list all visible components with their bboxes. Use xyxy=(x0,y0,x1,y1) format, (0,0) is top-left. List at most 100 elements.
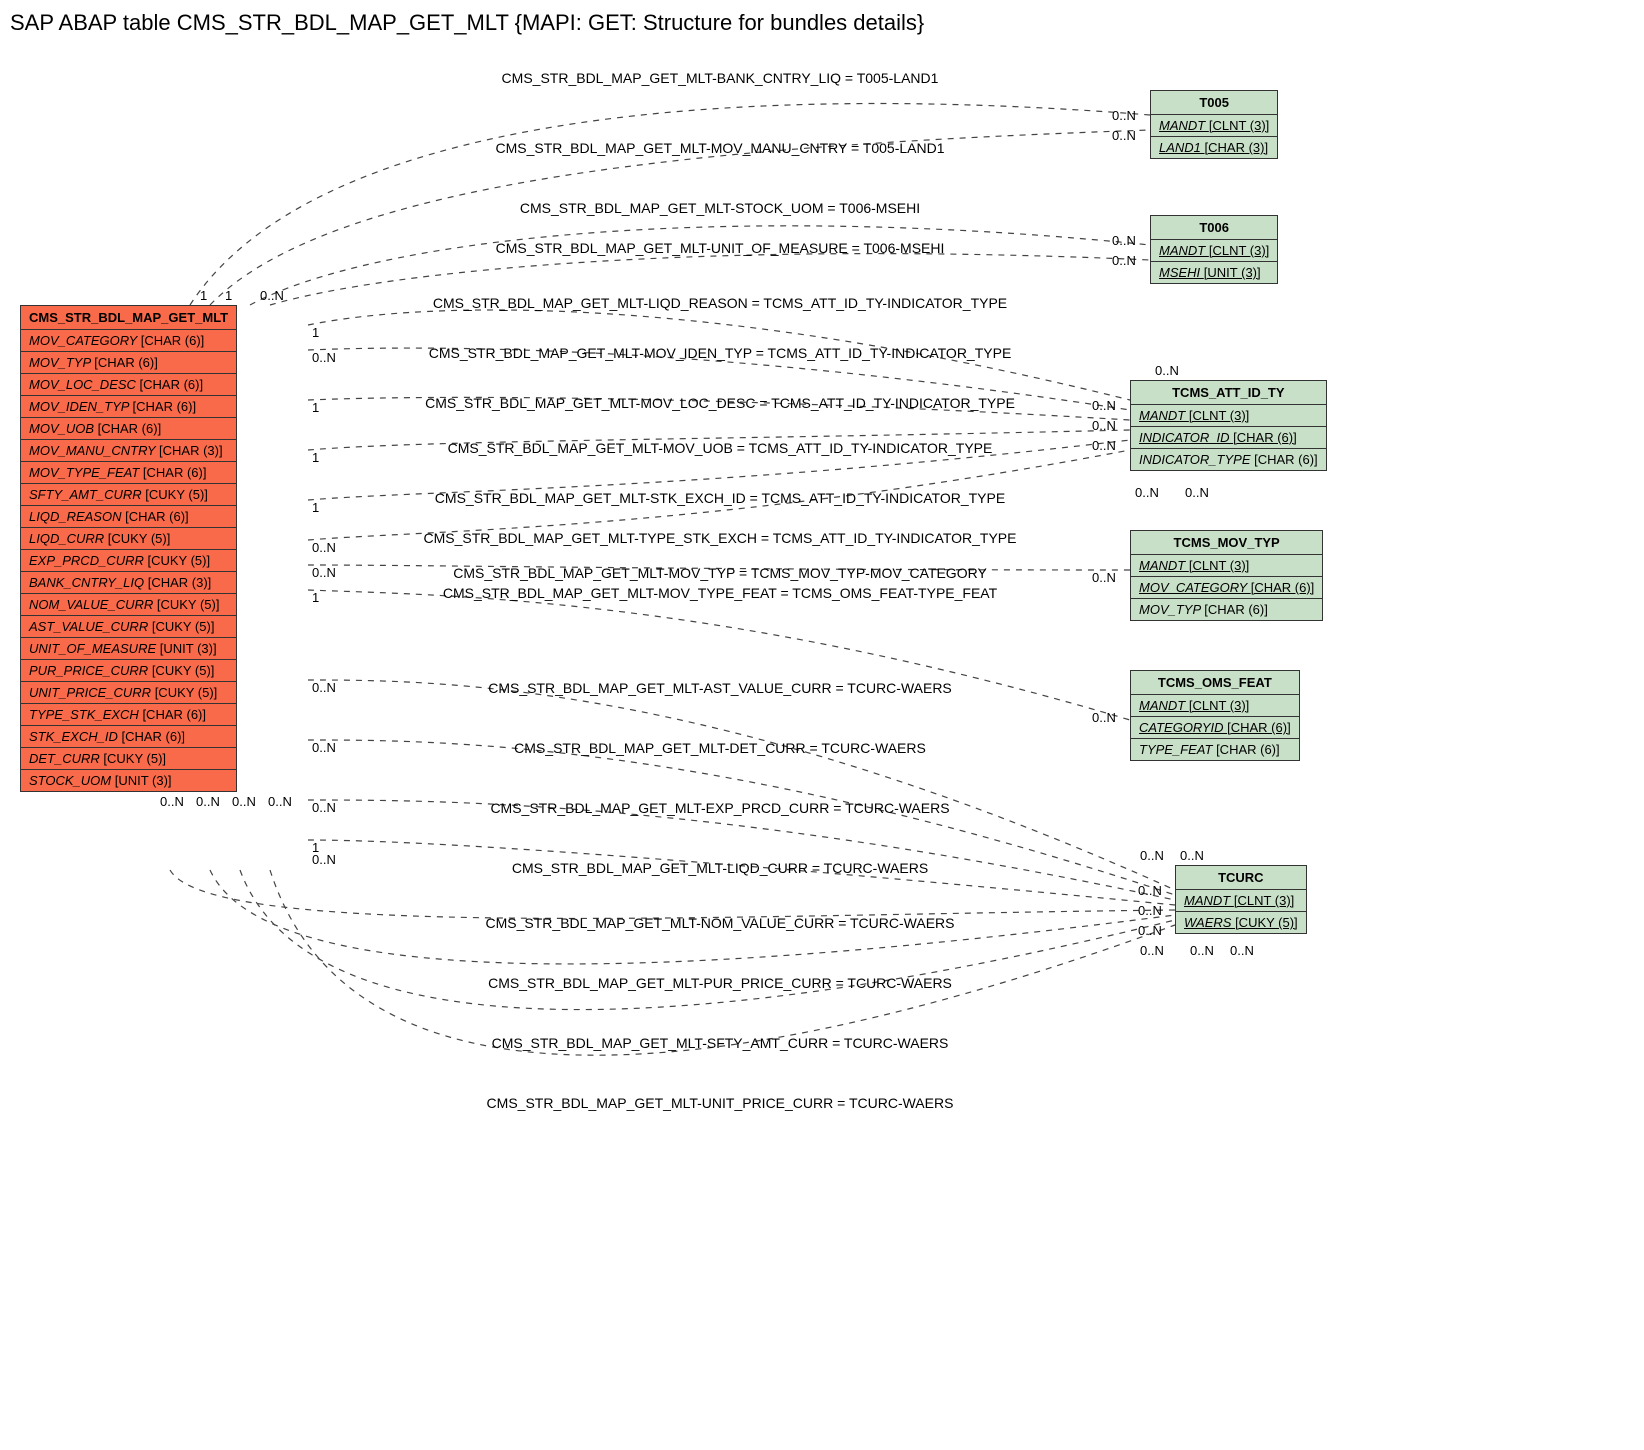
cardinality: 0..N xyxy=(1092,438,1116,453)
table-field: DET_CURR [CUKY (5)] xyxy=(21,748,236,770)
cardinality: 0..N xyxy=(1092,710,1116,725)
table-field: MANDT [CLNT (3)] xyxy=(1176,890,1306,912)
cardinality: 0..N xyxy=(160,794,184,809)
er-diagram: CMS_STR_BDL_MAP_GET_MLT MOV_CATEGORY [CH… xyxy=(10,40,1630,1440)
cardinality: 1 xyxy=(312,400,319,415)
table-field: MOV_CATEGORY [CHAR (6)] xyxy=(1131,577,1322,599)
cardinality: 0..N xyxy=(1140,943,1164,958)
table-field: PUR_PRICE_CURR [CUKY (5)] xyxy=(21,660,236,682)
table-field: MOV_LOC_DESC [CHAR (6)] xyxy=(21,374,236,396)
table-field: STOCK_UOM [UNIT (3)] xyxy=(21,770,236,791)
relation-label: CMS_STR_BDL_MAP_GET_MLT-MOV_LOC_DESC = T… xyxy=(370,395,1070,411)
relation-label: CMS_STR_BDL_MAP_GET_MLT-TYPE_STK_EXCH = … xyxy=(370,530,1070,546)
cardinality: 0..N xyxy=(1092,398,1116,413)
cardinality: 0..N xyxy=(196,794,220,809)
ref-table-tcms-att: TCMS_ATT_ID_TY MANDT [CLNT (3)]INDICATOR… xyxy=(1130,380,1327,471)
cardinality: 0..N xyxy=(1138,923,1162,938)
ref-table-tcms-mov: TCMS_MOV_TYP MANDT [CLNT (3)]MOV_CATEGOR… xyxy=(1130,530,1323,621)
cardinality: 0..N xyxy=(1135,485,1159,500)
cardinality: 0..N xyxy=(1112,233,1136,248)
table-field: MOV_MANU_CNTRY [CHAR (3)] xyxy=(21,440,236,462)
ref-table-tcurc: TCURC MANDT [CLNT (3)]WAERS [CUKY (5)] xyxy=(1175,865,1307,934)
table-field: UNIT_PRICE_CURR [CUKY (5)] xyxy=(21,682,236,704)
cardinality: 0..N xyxy=(1138,883,1162,898)
cardinality: 0..N xyxy=(312,852,336,867)
relation-label: CMS_STR_BDL_MAP_GET_MLT-LIQD_REASON = TC… xyxy=(370,295,1070,311)
relation-label: CMS_STR_BDL_MAP_GET_MLT-NOM_VALUE_CURR =… xyxy=(370,915,1070,931)
ref-table-header: TCURC xyxy=(1176,866,1306,890)
relation-label: CMS_STR_BDL_MAP_GET_MLT-LIQD_CURR = TCUR… xyxy=(370,860,1070,876)
table-field: MOV_TYP [CHAR (6)] xyxy=(21,352,236,374)
table-field: MANDT [CLNT (3)] xyxy=(1131,555,1322,577)
cardinality: 0..N xyxy=(1185,485,1209,500)
relation-label: CMS_STR_BDL_MAP_GET_MLT-MOV_TYP = TCMS_M… xyxy=(370,565,1070,581)
relation-label: CMS_STR_BDL_MAP_GET_MLT-UNIT_PRICE_CURR … xyxy=(370,1095,1070,1111)
ref-table-tcms-oms: TCMS_OMS_FEAT MANDT [CLNT (3)]CATEGORYID… xyxy=(1130,670,1300,761)
cardinality: 1 xyxy=(312,325,319,340)
page-title: SAP ABAP table CMS_STR_BDL_MAP_GET_MLT {… xyxy=(10,10,1644,36)
relation-label: CMS_STR_BDL_MAP_GET_MLT-STOCK_UOM = T006… xyxy=(370,200,1070,216)
cardinality: 1 xyxy=(200,288,207,303)
relation-label: CMS_STR_BDL_MAP_GET_MLT-EXP_PRCD_CURR = … xyxy=(370,800,1070,816)
ref-table-header: T006 xyxy=(1151,216,1277,240)
ref-table-t006: T006 MANDT [CLNT (3)]MSEHI [UNIT (3)] xyxy=(1150,215,1278,284)
table-field: STK_EXCH_ID [CHAR (6)] xyxy=(21,726,236,748)
ref-table-header: TCMS_MOV_TYP xyxy=(1131,531,1322,555)
relation-label: CMS_STR_BDL_MAP_GET_MLT-AST_VALUE_CURR =… xyxy=(370,680,1070,696)
main-table-header: CMS_STR_BDL_MAP_GET_MLT xyxy=(21,306,236,330)
cardinality: 0..N xyxy=(1138,903,1162,918)
cardinality: 0..N xyxy=(312,350,336,365)
table-field: TYPE_STK_EXCH [CHAR (6)] xyxy=(21,704,236,726)
cardinality: 1 xyxy=(312,450,319,465)
table-field: LIQD_REASON [CHAR (6)] xyxy=(21,506,236,528)
cardinality: 0..N xyxy=(1112,128,1136,143)
cardinality: 0..N xyxy=(1180,848,1204,863)
cardinality: 0..N xyxy=(1155,363,1179,378)
cardinality: 0..N xyxy=(268,794,292,809)
table-field: BANK_CNTRY_LIQ [CHAR (3)] xyxy=(21,572,236,594)
table-field: MANDT [CLNT (3)] xyxy=(1131,405,1326,427)
table-field: EXP_PRCD_CURR [CUKY (5)] xyxy=(21,550,236,572)
relation-label: CMS_STR_BDL_MAP_GET_MLT-SFTY_AMT_CURR = … xyxy=(370,1035,1070,1051)
table-field: AST_VALUE_CURR [CUKY (5)] xyxy=(21,616,236,638)
cardinality: 0..N xyxy=(312,800,336,815)
cardinality: 0..N xyxy=(1230,943,1254,958)
cardinality: 0..N xyxy=(1112,253,1136,268)
cardinality: 1 xyxy=(312,500,319,515)
cardinality: 0..N xyxy=(312,680,336,695)
table-field: LIQD_CURR [CUKY (5)] xyxy=(21,528,236,550)
table-field: WAERS [CUKY (5)] xyxy=(1176,912,1306,933)
relation-label: CMS_STR_BDL_MAP_GET_MLT-DET_CURR = TCURC… xyxy=(370,740,1070,756)
cardinality: 0..N xyxy=(1190,943,1214,958)
table-field: MANDT [CLNT (3)] xyxy=(1131,695,1299,717)
cardinality: 0..N xyxy=(312,740,336,755)
relation-label: CMS_STR_BDL_MAP_GET_MLT-UNIT_OF_MEASURE … xyxy=(370,240,1070,256)
table-field: SFTY_AMT_CURR [CUKY (5)] xyxy=(21,484,236,506)
main-table: CMS_STR_BDL_MAP_GET_MLT MOV_CATEGORY [CH… xyxy=(20,305,237,792)
table-field: MOV_IDEN_TYP [CHAR (6)] xyxy=(21,396,236,418)
relation-label: CMS_STR_BDL_MAP_GET_MLT-STK_EXCH_ID = TC… xyxy=(370,490,1070,506)
table-field: MOV_TYPE_FEAT [CHAR (6)] xyxy=(21,462,236,484)
ref-table-header: TCMS_ATT_ID_TY xyxy=(1131,381,1326,405)
cardinality: 1 xyxy=(312,590,319,605)
table-field: INDICATOR_ID [CHAR (6)] xyxy=(1131,427,1326,449)
relation-label: CMS_STR_BDL_MAP_GET_MLT-MOV_UOB = TCMS_A… xyxy=(370,440,1070,456)
table-field: NOM_VALUE_CURR [CUKY (5)] xyxy=(21,594,236,616)
table-field: MOV_CATEGORY [CHAR (6)] xyxy=(21,330,236,352)
table-field: LAND1 [CHAR (3)] xyxy=(1151,137,1277,158)
cardinality: 0..N xyxy=(312,540,336,555)
cardinality: 0..N xyxy=(1140,848,1164,863)
cardinality: 0..N xyxy=(232,794,256,809)
table-field: CATEGORYID [CHAR (6)] xyxy=(1131,717,1299,739)
cardinality: 0..N xyxy=(1092,570,1116,585)
relation-label: CMS_STR_BDL_MAP_GET_MLT-MOV_TYPE_FEAT = … xyxy=(370,585,1070,601)
ref-table-header: T005 xyxy=(1151,91,1277,115)
relation-label: CMS_STR_BDL_MAP_GET_MLT-MOV_MANU_CNTRY =… xyxy=(370,140,1070,156)
table-field: MANDT [CLNT (3)] xyxy=(1151,240,1277,262)
table-field: UNIT_OF_MEASURE [UNIT (3)] xyxy=(21,638,236,660)
table-field: MOV_UOB [CHAR (6)] xyxy=(21,418,236,440)
table-field: MOV_TYP [CHAR (6)] xyxy=(1131,599,1322,620)
cardinality: 1 xyxy=(225,288,232,303)
ref-table-header: TCMS_OMS_FEAT xyxy=(1131,671,1299,695)
cardinality: 0..N xyxy=(1092,418,1116,433)
